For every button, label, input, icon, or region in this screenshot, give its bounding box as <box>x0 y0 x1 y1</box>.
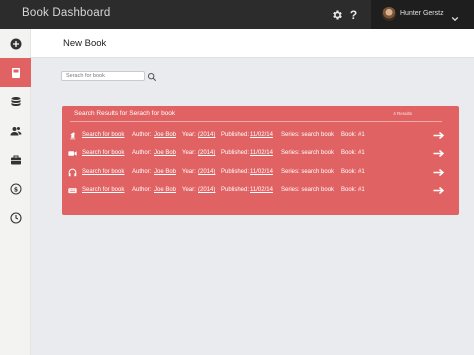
gear-icon[interactable] <box>330 8 343 21</box>
briefcase-icon <box>10 155 21 164</box>
result-row[interactable]: Search for book Author: Joe Bob Year: (2… <box>68 167 451 179</box>
year-link[interactable]: (2014) <box>198 132 215 138</box>
book-number: Book: #1 <box>341 132 365 138</box>
result-title-link[interactable]: Search for book <box>82 150 124 156</box>
plus-circle-icon <box>10 38 21 49</box>
series-label: Series: search book <box>281 150 335 156</box>
published-link[interactable]: 11/02/14 <box>250 187 273 193</box>
database-icon <box>11 96 20 106</box>
user-menu[interactable]: Hunter Gerstz <box>371 0 474 29</box>
sidebar-item-database[interactable] <box>0 87 31 116</box>
author-link[interactable]: Joe Bob <box>154 169 176 175</box>
sidebar: $ <box>0 29 31 355</box>
series-label: Series: search book <box>281 169 335 175</box>
sidebar-item-add[interactable] <box>0 29 31 58</box>
book-number: Book: #1 <box>341 150 365 156</box>
year-link[interactable]: (2014) <box>198 169 215 175</box>
search-results-panel: Search Results for Serach for book 4 Res… <box>62 106 459 215</box>
published-link[interactable]: 11/02/14 <box>250 169 273 175</box>
results-title: Search Results for Serach for book <box>74 110 176 117</box>
top-bar: Book Dashboard ? Hunter Gerstz <box>0 0 474 29</box>
search-icon[interactable] <box>146 71 157 82</box>
dollar-icon: $ <box>10 183 21 194</box>
published-link[interactable]: 11/02/14 <box>250 132 273 138</box>
results-divider <box>70 121 442 122</box>
video-camera-icon <box>68 149 78 158</box>
sidebar-item-money[interactable]: $ <box>0 174 31 203</box>
clock-icon <box>9 211 22 224</box>
published-label: Published: <box>221 169 250 175</box>
book-number: Book: #1 <box>341 169 365 175</box>
year-label: Year: <box>182 132 196 138</box>
series-label: Series: search book <box>281 132 335 138</box>
sidebar-item-briefcase[interactable] <box>0 145 31 174</box>
result-title-link[interactable]: Search for book <box>82 187 124 193</box>
year-link[interactable]: (2014) <box>198 187 215 193</box>
arrow-right-icon[interactable] <box>433 168 445 177</box>
avatar <box>382 7 396 21</box>
author-link[interactable]: Joe Bob <box>154 187 176 193</box>
results-count: 4 Results <box>393 111 412 116</box>
author-label: Author: <box>132 132 152 138</box>
result-title-link[interactable]: Search for book <box>82 169 124 175</box>
published-label: Published: <box>221 150 250 156</box>
app-title: Book Dashboard <box>22 7 111 19</box>
year-label: Year: <box>182 187 196 193</box>
result-row[interactable]: Search for book Author: Joe Bob Year: (2… <box>68 185 451 197</box>
author-link[interactable]: Joe Bob <box>154 150 176 156</box>
published-link[interactable]: 11/02/14 <box>250 150 273 156</box>
search-input[interactable] <box>61 71 145 81</box>
book-number: Book: #1 <box>341 187 365 193</box>
chess-knight-icon <box>68 131 78 140</box>
user-name: Hunter Gerstz <box>400 10 444 17</box>
author-label: Author: <box>132 169 152 175</box>
year-link[interactable]: (2014) <box>198 150 215 156</box>
published-label: Published: <box>221 132 250 138</box>
sidebar-item-history[interactable] <box>0 203 31 232</box>
page-header: New Book <box>31 29 474 58</box>
arrow-right-icon[interactable] <box>433 186 445 195</box>
users-icon <box>10 126 21 135</box>
headphones-icon <box>68 168 78 177</box>
year-label: Year: <box>182 150 196 156</box>
result-row[interactable]: Search for book Author: Joe Bob Year: (2… <box>68 130 451 142</box>
author-link[interactable]: Joe Bob <box>154 132 176 138</box>
year-label: Year: <box>182 169 196 175</box>
svg-text:$: $ <box>13 186 17 193</box>
book-icon <box>11 67 20 78</box>
published-label: Published: <box>221 187 250 193</box>
keyboard-icon <box>68 186 78 195</box>
arrow-right-icon[interactable] <box>433 131 445 140</box>
chevron-down-icon[interactable] <box>451 10 459 22</box>
arrow-right-icon[interactable] <box>433 149 445 158</box>
author-label: Author: <box>132 187 152 193</box>
author-label: Author: <box>132 150 152 156</box>
result-title-link[interactable]: Search for book <box>82 132 124 138</box>
question-icon[interactable]: ? <box>347 8 360 22</box>
series-label: Series: search book <box>281 187 335 193</box>
result-row[interactable]: Search for book Author: Joe Bob Year: (2… <box>68 148 451 160</box>
sidebar-item-book[interactable] <box>0 58 31 87</box>
page-title: New Book <box>63 38 107 49</box>
sidebar-item-users[interactable] <box>0 116 31 145</box>
